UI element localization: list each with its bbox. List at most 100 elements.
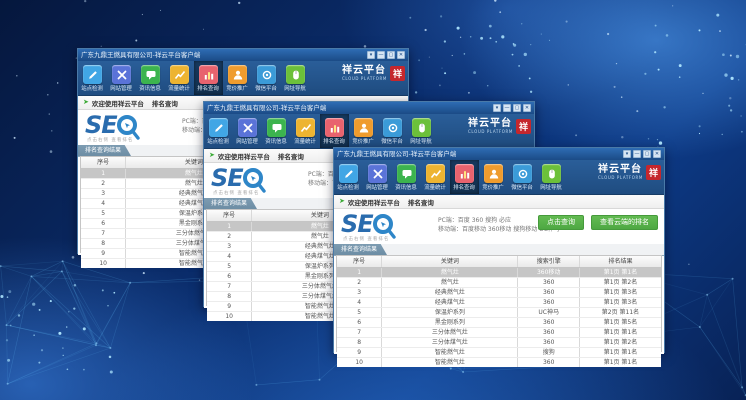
table-header-row: 序号 关键词 搜索引擎 排名结果: [337, 256, 661, 268]
toolbar-item-site-manage[interactable]: 网站管理: [233, 114, 262, 148]
row-index: 4: [81, 199, 126, 208]
main-toolbar: 站点检测 网站管理 资讯信息 流量统计: [334, 160, 664, 195]
table-row[interactable]: 5保温炉系列UC神马第2页 第11名: [337, 308, 661, 318]
row-index: 6: [207, 272, 252, 281]
toolbar-item-wechat-platform[interactable]: 微信平台: [508, 160, 537, 194]
row-index: 10: [337, 358, 382, 367]
window-titlebar[interactable]: 广东九鼎王燃具有限公司-祥云平台客户端 ▾ — ▢ ✕: [204, 102, 534, 114]
toolbar-item-traffic-stats[interactable]: 流量统计: [165, 61, 194, 95]
toolbar-item-traffic-stats[interactable]: 流量统计: [421, 160, 450, 194]
maximize-button[interactable]: ▢: [513, 104, 521, 112]
row-engine: 360: [518, 278, 580, 287]
mouse-icon: [286, 65, 305, 84]
row-index: 5: [207, 262, 252, 271]
minimize-button[interactable]: —: [503, 104, 511, 112]
row-result: 第1页 第2名: [580, 338, 661, 347]
row-index: 2: [81, 179, 126, 188]
app-window-front[interactable]: 广东九鼎王燃具有限公司-祥云平台客户端 ▾ — ▢ ✕ 站点检测 网站管理: [333, 147, 665, 353]
table-row[interactable]: 1燃气灶360移动第1页 第1名: [337, 268, 661, 278]
skin-button[interactable]: ▾: [493, 104, 501, 112]
welcome-arrow-icon: ➤: [83, 96, 89, 109]
table-row[interactable]: 4经典煤气灶360第1页 第3名: [337, 298, 661, 308]
close-button[interactable]: ✕: [523, 104, 531, 112]
tab-rank-results[interactable]: 排名查询结果: [204, 198, 257, 209]
main-toolbar: 站点检测 网站管理 资讯信息 流量统计: [204, 114, 534, 149]
query-button[interactable]: 点击查询: [538, 215, 584, 230]
col-header-index: 序号: [81, 157, 126, 168]
table-row[interactable]: 7三分体燃气灶360第1页 第1名: [337, 328, 661, 338]
table-row[interactable]: 9智能燃气灶搜狗第1页 第1名: [337, 348, 661, 358]
tab-rank-results[interactable]: 排名查询结果: [78, 145, 131, 156]
brand-subtitle: CLOUD PLATFORM: [598, 175, 643, 180]
row-keyword: 燃气灶: [382, 278, 518, 287]
row-index: 6: [81, 219, 126, 228]
row-result: 第1页 第1名: [580, 328, 661, 337]
toolbar-item-ppc-promo[interactable]: 竞价推广: [479, 160, 508, 194]
toolbar-item-ppc-promo[interactable]: 竞价推广: [223, 61, 252, 95]
close-button[interactable]: ✕: [653, 150, 661, 158]
welcome-text: 欢迎使用祥云平台: [218, 151, 270, 161]
toolbar-item-wechat-platform[interactable]: 微信平台: [378, 114, 407, 148]
toolbar-item-site-manage[interactable]: 网站管理: [107, 61, 136, 95]
window-title: 广东九鼎王燃具有限公司-祥云平台客户端: [207, 102, 493, 114]
row-index: 6: [337, 318, 382, 327]
tab-rank-results[interactable]: 排名查询结果: [334, 244, 387, 255]
toolbar-item-news-info[interactable]: 资讯信息: [262, 114, 291, 148]
maximize-button[interactable]: ▢: [387, 51, 395, 59]
bar-chart-icon: [455, 164, 474, 183]
toolbar-item-site-nav[interactable]: 网址导航: [537, 160, 566, 194]
toolbar-item-site-check[interactable]: 站点检测: [78, 61, 107, 95]
speech-bubble-icon: [397, 164, 416, 183]
table-row[interactable]: 3经典燃气灶360第1页 第3名: [337, 288, 661, 298]
seo-tagline: 点击右侧 查看排名: [213, 190, 259, 196]
row-index: 1: [81, 169, 126, 178]
table-row[interactable]: 2燃气灶360第1页 第2名: [337, 278, 661, 288]
seo-tagline: 点击右侧 查看排名: [87, 137, 133, 143]
row-index: 7: [337, 328, 382, 337]
row-index: 8: [337, 338, 382, 347]
maximize-button[interactable]: ▢: [643, 150, 651, 158]
toolbar-item-site-check[interactable]: 站点检测: [204, 114, 233, 148]
toolbar-item-rank-query[interactable]: 排名查询: [450, 160, 479, 194]
row-result: 第1页 第5名: [580, 318, 661, 327]
table-row[interactable]: 8三分体煤气灶360第1页 第2名: [337, 338, 661, 348]
table-body: 1燃气灶360移动第1页 第1名2燃气灶360第1页 第2名3经典燃气灶360第…: [337, 268, 661, 367]
toolbar-item-site-check[interactable]: 站点检测: [334, 160, 363, 194]
minimize-button[interactable]: —: [377, 51, 385, 59]
brand-seal-icon: 祥: [516, 119, 531, 134]
row-index: 2: [337, 278, 382, 287]
brand-logo: 祥云平台 CLOUD PLATFORM 祥: [468, 119, 531, 134]
minimize-button[interactable]: —: [633, 150, 641, 158]
table-row[interactable]: 10智能燃气灶360第1页 第1名: [337, 358, 661, 367]
toolbar-item-site-nav[interactable]: 网址导航: [281, 61, 310, 95]
row-result: 第1页 第3名: [580, 298, 661, 307]
toolbar-item-rank-query[interactable]: 排名查询: [320, 114, 349, 148]
row-index: 10: [207, 312, 252, 321]
toolbar-item-wechat-platform[interactable]: 微信平台: [252, 61, 281, 95]
skin-button[interactable]: ▾: [367, 51, 375, 59]
skin-button[interactable]: ▾: [623, 150, 631, 158]
table-row[interactable]: 6黑金刚系列360第1页 第5名: [337, 318, 661, 328]
current-page-label: 排名查询: [408, 197, 434, 207]
window-content: SE 点击右侧 查看排名 PC端：百度 360 搜狗 必应 移动端：百度移动 3…: [334, 209, 664, 354]
toolbar-item-traffic-stats[interactable]: 流量统计: [291, 114, 320, 148]
toolbar-item-ppc-promo[interactable]: 竞价推广: [349, 114, 378, 148]
toolbar-item-rank-query[interactable]: 排名查询: [194, 61, 223, 95]
target-icon: [257, 65, 276, 84]
toolbar-item-site-nav[interactable]: 网址导航: [407, 114, 436, 148]
line-chart-icon: [426, 164, 445, 183]
toolbar-item-news-info[interactable]: 资讯信息: [392, 160, 421, 194]
row-keyword: 三分体煤气灶: [382, 338, 518, 347]
window-titlebar[interactable]: 广东九鼎王燃具有限公司-祥云平台客户端 ▾ — ▢ ✕: [78, 49, 408, 61]
row-index: 3: [337, 288, 382, 297]
row-index: 1: [337, 268, 382, 277]
tools-icon: [112, 65, 131, 84]
row-engine: 360: [518, 328, 580, 337]
window-titlebar[interactable]: 广东九鼎王燃具有限公司-祥云平台客户端 ▾ — ▢ ✕: [334, 148, 664, 160]
row-index: 1: [207, 222, 252, 231]
close-button[interactable]: ✕: [397, 51, 405, 59]
toolbar-item-site-manage[interactable]: 网站管理: [363, 160, 392, 194]
toolbar-item-news-info[interactable]: 资讯信息: [136, 61, 165, 95]
view-cloud-rank-button[interactable]: 查看云端的排名: [591, 215, 658, 230]
row-keyword: 智能燃气灶: [382, 358, 518, 367]
